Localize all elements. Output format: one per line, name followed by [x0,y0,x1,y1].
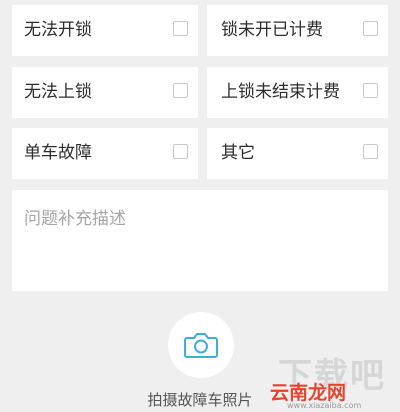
option-label: 上锁未结束计费 [221,82,340,102]
option-other[interactable]: 其它 [207,128,388,179]
options-row: 单车故障 其它 [12,128,388,179]
option-bike-fault[interactable]: 单车故障 [12,128,198,179]
option-checkbox[interactable] [173,144,188,159]
option-label: 无法上锁 [24,82,92,102]
description-box [12,190,388,291]
watermark-url: www.xiazaiba.com [287,401,362,410]
option-checkbox[interactable] [363,21,378,36]
options-row: 无法上锁 上锁未结束计费 [12,67,388,118]
option-label: 锁未开已计费 [221,20,323,40]
option-checkbox[interactable] [363,144,378,159]
option-cannot-unlock[interactable]: 无法开锁 [12,5,198,56]
description-input[interactable] [12,190,388,291]
option-label: 无法开锁 [24,20,92,40]
option-checkbox[interactable] [173,83,188,98]
option-charged-not-unlocked[interactable]: 锁未开已计费 [207,5,388,56]
camera-icon [184,333,218,358]
take-photo-button[interactable] [168,312,234,378]
option-label: 单车故障 [24,143,92,163]
option-locked-still-charging[interactable]: 上锁未结束计费 [207,67,388,118]
option-label: 其它 [221,143,255,163]
options-row: 无法开锁 锁未开已计费 [12,5,388,56]
option-checkbox[interactable] [173,21,188,36]
option-checkbox[interactable] [363,83,378,98]
option-cannot-lock[interactable]: 无法上锁 [12,67,198,118]
